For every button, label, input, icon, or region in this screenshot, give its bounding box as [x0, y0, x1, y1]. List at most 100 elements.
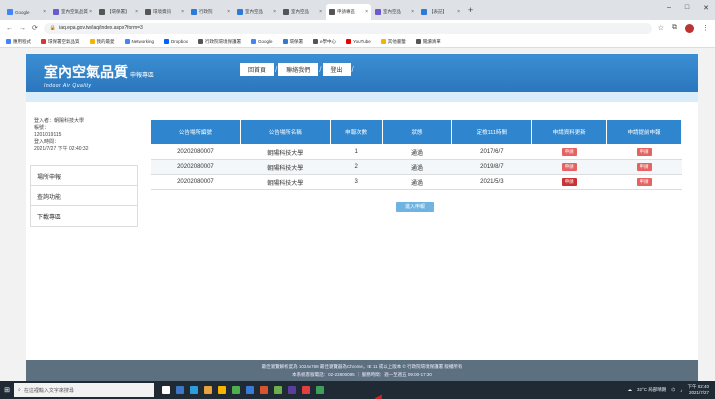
taskbar-app-icon[interactable] [316, 386, 324, 394]
enter-report-button[interactable]: 進入申報 [396, 202, 434, 212]
taskbar-app-icon[interactable] [176, 386, 184, 394]
taskbar-app-icon[interactable] [288, 386, 296, 394]
bookmark-icon [251, 39, 257, 44]
table-row: 20202080007 朝陽科技大學 3 通過 2021/5/3 申請 申請 [150, 174, 682, 190]
taskbar-app-icon[interactable] [302, 386, 310, 394]
nav-home-link[interactable]: 回首頁 [240, 63, 275, 76]
new-tab-button[interactable]: + [468, 5, 473, 15]
extensions-icon[interactable]: ⧉ [672, 24, 677, 32]
tab-close-icon[interactable]: × [89, 9, 92, 15]
cell-count: 2 [330, 159, 383, 175]
bookmark-item[interactable]: 環保署空氣品質 [41, 39, 80, 45]
apply-update-button[interactable]: 申請 [561, 178, 577, 186]
tab-favicon-icon [329, 9, 335, 15]
user-line: 登入時間： [34, 139, 60, 145]
browser-tab[interactable]: 【表記】 × [418, 4, 463, 20]
taskbar-app-icon[interactable] [162, 386, 170, 394]
cell-date: 2019/8/7 [451, 159, 532, 175]
bookmark-item[interactable]: Dropbox [164, 39, 188, 44]
apply-early-button[interactable]: 申請 [636, 163, 652, 171]
browser-tab[interactable]: Google × [4, 4, 49, 20]
tab-close-icon[interactable]: × [181, 9, 184, 15]
browser-tab[interactable]: 室內空氣品質 × [50, 4, 95, 20]
bookmark-item[interactable]: 行政院環境保護署 [198, 39, 241, 45]
windows-start-icon[interactable]: ⊞ [0, 381, 14, 399]
forward-icon[interactable]: → [19, 25, 26, 32]
browser-tab[interactable]: 行政院 × [188, 4, 233, 20]
bookmark-item[interactable]: 閱讀清單 [415, 39, 441, 45]
browser-tab[interactable]: 申請專區 × [326, 4, 371, 20]
bookmark-item[interactable]: Networking [124, 39, 154, 44]
tab-close-icon[interactable]: × [457, 9, 460, 15]
menu-icon[interactable]: ⋮ [702, 24, 709, 32]
taskbar-app-icon[interactable] [232, 386, 240, 394]
sidebar-item-report[interactable]: 場所申報 [31, 166, 137, 186]
bookmark-label: 其他書籤 [387, 38, 406, 44]
taskbar-search[interactable]: ⌕ 在這裡輸入文字來搜尋 [14, 383, 154, 397]
sidebar-item-download[interactable]: 下載專區 [31, 206, 137, 226]
apply-early-button[interactable]: 申請 [636, 148, 652, 156]
weather-icon[interactable]: ☁ [627, 387, 632, 393]
nav-logout-link[interactable]: 登出 [322, 63, 351, 76]
volume-icon[interactable]: ♪ [680, 388, 682, 393]
apply-early-button[interactable]: 申請 [636, 178, 652, 186]
tab-close-icon[interactable]: × [43, 9, 46, 15]
reload-icon[interactable]: ⟳ [32, 24, 38, 32]
tab-close-icon[interactable]: × [319, 9, 322, 15]
page-background: 室內空氣品質 申報專區 Indoor Air Quality 回首頁 / 聯絡我們… [0, 48, 715, 381]
browser-tab[interactable]: 環境資訊 × [142, 4, 187, 20]
tab-close-icon[interactable]: × [227, 9, 230, 15]
bookmark-item[interactable]: 其他書籤 [380, 38, 406, 45]
star-icon[interactable]: ☆ [658, 24, 664, 32]
tab-close-icon[interactable]: × [411, 9, 414, 15]
browser-tab[interactable]: 室內空品 × [280, 4, 325, 20]
site-logo[interactable]: 室內空氣品質 申報專區 Indoor Air Quality [44, 62, 154, 89]
taskbar-app-icon[interactable] [260, 386, 268, 394]
tab-favicon-icon [145, 9, 151, 15]
browser-tab[interactable]: 【環保署】 × [96, 4, 141, 20]
bookmark-item[interactable]: 環保署 [282, 39, 303, 45]
col-header-update: 申請資料更新 [531, 119, 608, 145]
minimize-button[interactable]: – [667, 4, 671, 12]
network-icon[interactable]: ⌬ [671, 387, 675, 393]
tab-title: 室內空品 [245, 9, 263, 14]
bookmark-item[interactable]: 應用程式 [6, 39, 31, 45]
apply-update-button[interactable]: 申請 [561, 163, 577, 171]
back-icon[interactable]: ← [6, 25, 13, 32]
sidebar: 登入者：朝陽科技大學 帳號： 1201019115 登入時間： 2021/7/2… [30, 118, 138, 227]
cell-id: 20202080007 [150, 144, 241, 160]
bookmark-item[interactable]: Google [251, 39, 273, 44]
col-header-name: 公告場所名稱 [239, 119, 331, 145]
taskbar-app-icon[interactable] [190, 386, 198, 394]
bookmark-item[interactable]: 我的最愛 [89, 39, 115, 45]
taskbar-app-icon[interactable] [218, 386, 226, 394]
browser-tab[interactable]: 室內空品 × [372, 4, 417, 20]
tray-weather[interactable]: 32°C 局部晴朗 [637, 387, 666, 393]
browser-tab[interactable]: 室內空品 × [234, 4, 279, 20]
bookmark-item[interactable]: e學中心 [313, 39, 336, 45]
taskbar-apps [162, 386, 324, 394]
taskbar-app-icon[interactable] [274, 386, 282, 394]
taskbar-app-icon[interactable] [204, 386, 212, 394]
sidebar-item-query[interactable]: 查詢功能 [31, 186, 137, 206]
apply-update-button[interactable]: 申請 [561, 148, 577, 156]
cell-update: 申請 [531, 144, 607, 160]
profile-avatar[interactable] [685, 23, 694, 33]
bookmark-item[interactable]: YouTube [346, 39, 371, 44]
tab-close-icon[interactable]: × [273, 9, 276, 15]
tab-close-icon[interactable]: × [365, 9, 368, 15]
cell-count: 1 [330, 144, 383, 160]
bookmark-label: Dropbox [171, 39, 189, 44]
close-window-button[interactable]: ✕ [703, 4, 709, 12]
bookmark-label: Google [258, 39, 273, 44]
site-title: 室內空氣品質 [44, 65, 128, 81]
clock[interactable]: 下午 02:40 2021/7/27 [687, 384, 709, 396]
tab-title: 室內空品 [383, 9, 401, 14]
taskbar-app-icon[interactable] [246, 386, 254, 394]
url-field[interactable]: 🔒 iaq.epa.gov.tw/iaq/index.aspx?form=3 [43, 22, 652, 34]
bookmark-icon [415, 39, 421, 44]
bookmark-icon [346, 39, 352, 44]
maximize-button[interactable]: □ [685, 4, 689, 12]
tab-close-icon[interactable]: × [135, 9, 138, 15]
nav-contact-link[interactable]: 聯絡我們 [278, 63, 319, 76]
